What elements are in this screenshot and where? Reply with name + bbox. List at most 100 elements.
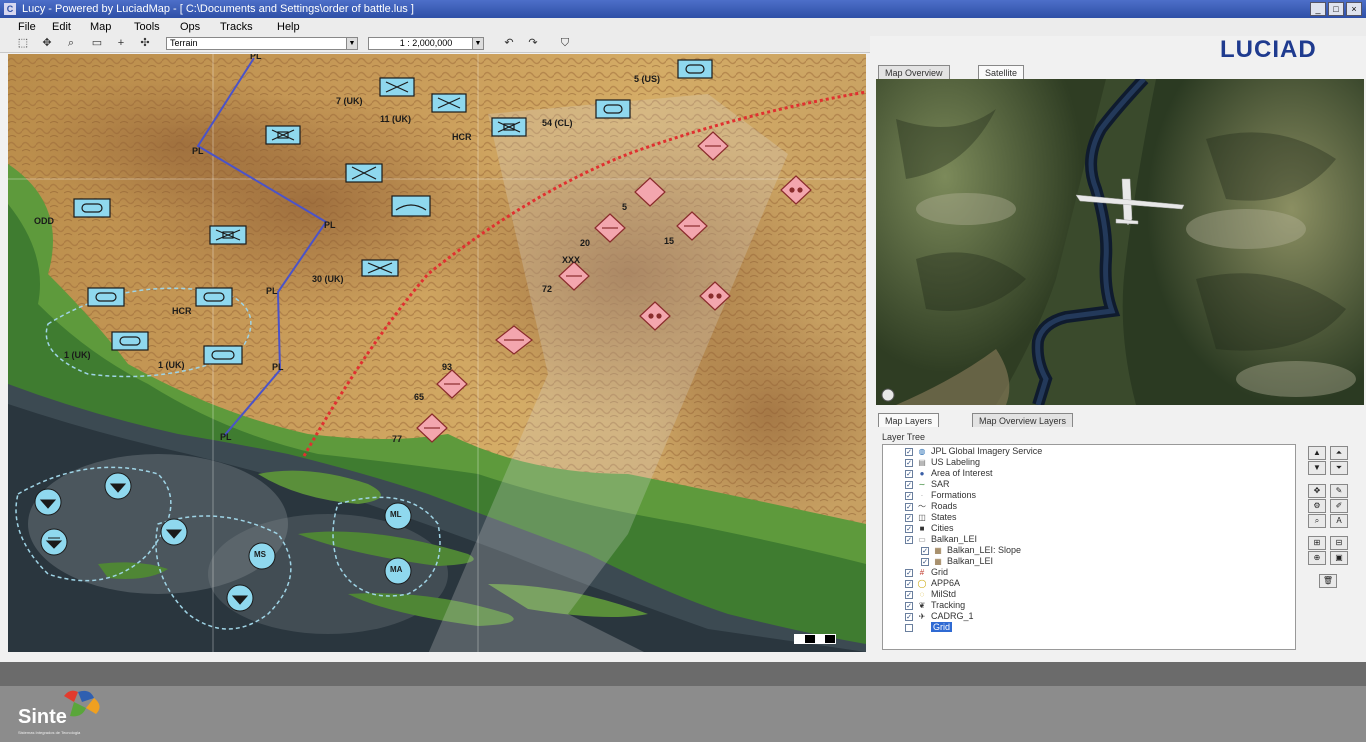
friendly-unit-symbol[interactable] <box>595 99 631 119</box>
tactical-map-view[interactable]: PL PL PL PL PL PL 7 (UK) 11 (UK) HCR 54 … <box>8 54 866 652</box>
move-icon[interactable]: ✣ <box>138 37 152 50</box>
layer-checkbox[interactable]: ✓ <box>905 481 913 489</box>
hostile-unit-symbol[interactable] <box>416 413 448 443</box>
layer-tree[interactable]: ✓ ◍ JPL Global Imagery Service ✓ ▤ US Labeli… <box>882 444 1296 650</box>
hostile-unit-symbol[interactable] <box>558 261 590 291</box>
pan-tool-icon[interactable]: ✥ <box>1308 484 1326 498</box>
pan-hand-icon[interactable]: ✥ <box>40 37 54 50</box>
layer-checkbox[interactable] <box>905 624 913 632</box>
tab-satellite[interactable]: Satellite <box>978 65 1025 79</box>
layer-select[interactable]: Terrain ▼ <box>166 37 358 50</box>
chevron-down-icon[interactable]: ▼ <box>472 38 483 49</box>
minimize-button[interactable]: _ <box>1310 2 1326 16</box>
friendly-unit-symbol[interactable] <box>209 225 247 245</box>
chevron-down-icon[interactable]: ▼ <box>346 38 357 49</box>
tab-map-layers[interactable]: Map Layers <box>878 413 940 427</box>
friendly-unit-symbol[interactable] <box>391 195 431 217</box>
layer-checkbox[interactable]: ✓ <box>921 558 929 566</box>
hostile-unit-symbol[interactable] <box>634 177 666 207</box>
save-icon[interactable]: ▣ <box>1330 551 1348 565</box>
friendly-unit-symbol[interactable] <box>491 117 527 137</box>
menu-tracks[interactable]: Tracks <box>220 21 253 33</box>
measure-icon[interactable]: ▭ <box>90 37 104 50</box>
layer-checkbox[interactable]: ✓ <box>905 525 913 533</box>
layer-checkbox[interactable]: ✓ <box>905 613 913 621</box>
friendly-unit-symbol[interactable] <box>195 287 233 307</box>
friendly-unit-symbol[interactable] <box>345 163 383 183</box>
hostile-unit-symbol[interactable] <box>676 211 708 241</box>
friendly-unit-symbol[interactable] <box>265 125 301 145</box>
friendly-unit-symbol[interactable] <box>677 59 713 79</box>
tab-map-overview[interactable]: Map Overview <box>878 65 950 79</box>
hostile-unit-symbol[interactable] <box>436 369 468 399</box>
undo-icon[interactable]: ↶ <box>502 37 516 50</box>
select-arrow-icon[interactable]: ⬚ <box>16 37 30 50</box>
move-layer-top-button[interactable]: ⏶ <box>1330 446 1348 460</box>
label-icon[interactable]: A <box>1330 514 1348 528</box>
naval-unit-symbol[interactable] <box>104 472 132 500</box>
enemy-label: XXX <box>562 255 581 265</box>
layer-checkbox[interactable]: ✓ <box>905 503 913 511</box>
move-layer-bottom-button[interactable]: ⏷ <box>1330 461 1348 475</box>
hostile-unit-symbol[interactable] <box>780 175 812 205</box>
symbol-icon: ◯ <box>917 579 927 588</box>
properties-icon[interactable]: ⚙ <box>1308 499 1326 513</box>
naval-unit-symbol[interactable] <box>226 584 254 612</box>
naval-unit-symbol[interactable] <box>160 518 188 546</box>
naval-unit-symbol[interactable] <box>34 488 62 516</box>
friendly-unit-symbol[interactable] <box>87 287 125 307</box>
draw-icon[interactable]: ✐ <box>1330 499 1348 513</box>
redo-icon[interactable]: ↷ <box>526 37 540 50</box>
tab-map-overview-layers[interactable]: Map Overview Layers <box>972 413 1074 427</box>
friendly-unit-symbol[interactable] <box>431 93 467 113</box>
collapse-icon[interactable]: ⊟ <box>1330 536 1348 550</box>
close-button[interactable]: × <box>1346 2 1362 16</box>
menu-help[interactable]: Help <box>277 21 300 33</box>
menu-ops[interactable]: Ops <box>180 21 200 33</box>
hostile-unit-symbol[interactable] <box>594 213 626 243</box>
move-layer-down-button[interactable]: ▼ <box>1308 461 1326 475</box>
enemy-label: 65 <box>414 392 425 402</box>
friendly-unit-symbol[interactable] <box>361 259 399 277</box>
move-layer-up-button[interactable]: ▲ <box>1308 446 1326 460</box>
friendly-unit-symbol[interactable] <box>379 77 415 97</box>
title-bar[interactable]: C Lucy - Powered by LuciadMap - [ C:\Doc… <box>0 0 1366 18</box>
hostile-unit-symbol[interactable] <box>699 281 731 311</box>
zoom-magnifier-icon[interactable]: ⌕ <box>64 37 78 50</box>
naval-unit-symbol[interactable] <box>40 528 68 556</box>
hostile-unit-symbol[interactable] <box>697 131 729 161</box>
friendly-unit-symbol[interactable] <box>203 345 243 365</box>
layer-checkbox[interactable]: ✓ <box>905 591 913 599</box>
shield-icon[interactable]: ⛉ <box>558 37 572 50</box>
friendly-unit-symbol[interactable] <box>73 198 111 218</box>
satellite-view[interactable] <box>876 79 1364 405</box>
layer-checkbox[interactable]: ✓ <box>905 602 913 610</box>
maximize-button[interactable]: □ <box>1328 2 1344 16</box>
line-icon: ∼ <box>918 480 926 489</box>
layer-checkbox[interactable]: ✓ <box>905 536 913 544</box>
menu-file[interactable]: File <box>18 21 36 33</box>
layer-checkbox[interactable]: ✓ <box>905 448 913 456</box>
remove-layer-icon[interactable]: 🗑 <box>1319 574 1337 588</box>
unit-label: HCR <box>452 132 472 142</box>
crosshair-icon[interactable]: + <box>114 37 128 50</box>
hostile-unit-symbol[interactable] <box>495 325 533 355</box>
hostile-unit-symbol[interactable] <box>639 301 671 331</box>
layer-checkbox[interactable]: ✓ <box>905 470 913 478</box>
layer-checkbox[interactable]: ✓ <box>905 459 913 467</box>
layer-checkbox[interactable]: ✓ <box>905 492 913 500</box>
edit-tool-icon[interactable]: ✎ <box>1330 484 1348 498</box>
friendly-unit-symbol[interactable] <box>111 331 149 351</box>
filter-icon[interactable]: ⌕ <box>1308 514 1326 528</box>
layer-checkbox[interactable]: ✓ <box>905 514 913 522</box>
menu-tools[interactable]: Tools <box>134 21 160 33</box>
add-layer-icon[interactable]: ⊕ <box>1308 551 1326 565</box>
layer-checkbox[interactable]: ✓ <box>921 547 929 555</box>
menu-edit[interactable]: Edit <box>52 21 71 33</box>
layer-checkbox[interactable]: ✓ <box>905 580 913 588</box>
expand-icon[interactable]: ⊞ <box>1308 536 1326 550</box>
layer-checkbox[interactable]: ✓ <box>905 569 913 577</box>
compass-icon[interactable] <box>881 388 895 402</box>
scale-select[interactable]: 1 : 2,000,000 ▼ <box>368 37 484 50</box>
menu-map[interactable]: Map <box>90 21 111 33</box>
